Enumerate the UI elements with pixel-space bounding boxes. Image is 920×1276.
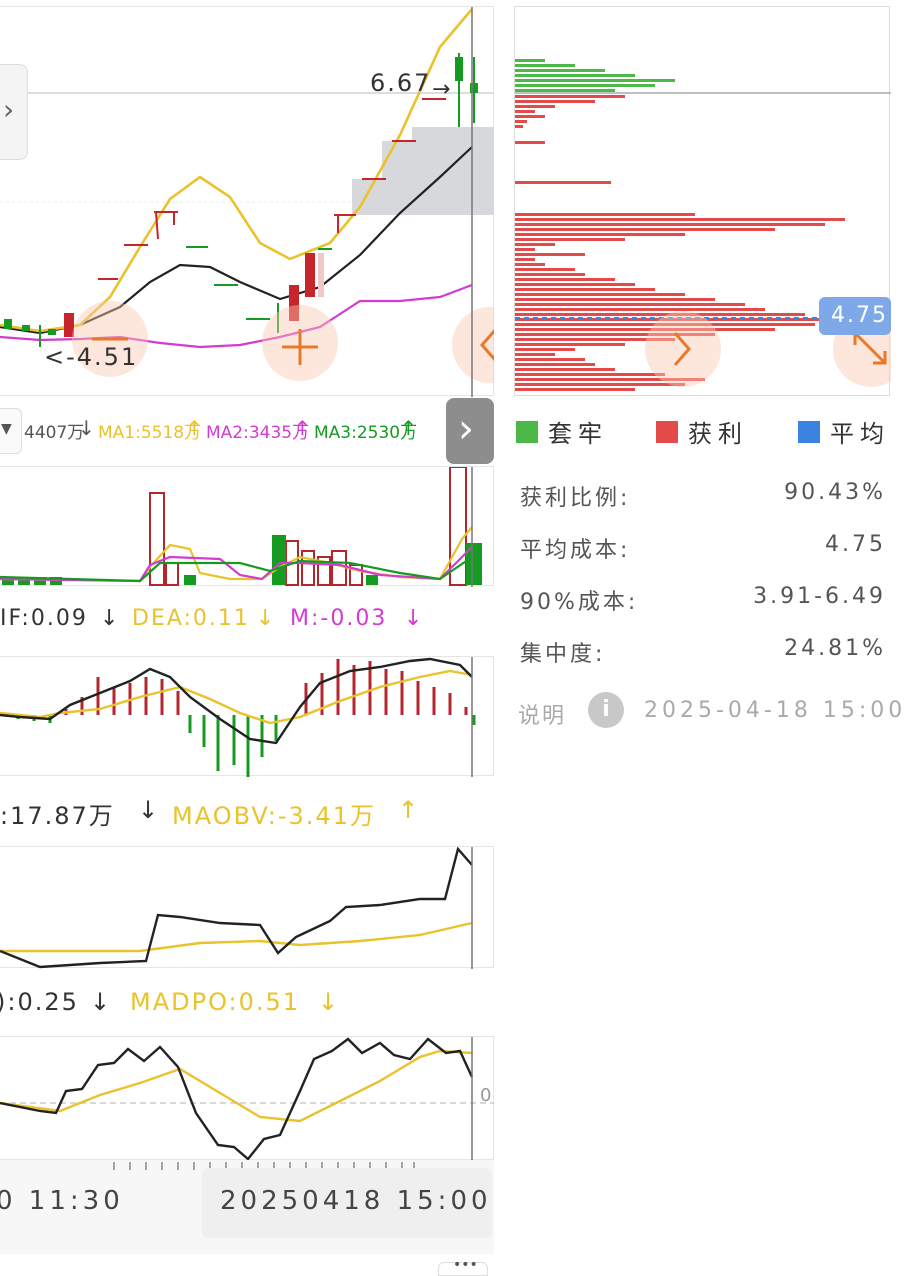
dpo-arrow: ↓	[90, 988, 113, 1016]
indicator-dropdown[interactable]: ▼	[0, 408, 22, 454]
avg-price-tag-label: 4.75	[831, 303, 888, 328]
high-arrow-icon: →	[432, 77, 451, 102]
macd-m-arrow: ↓	[404, 606, 425, 631]
legend-label: 获利	[688, 420, 748, 448]
volume-value: 4407万	[24, 423, 85, 443]
macd-dea-arrow: ↓	[256, 606, 277, 631]
macd-chart[interactable]	[0, 656, 494, 777]
stat-label: 获利比例:	[520, 486, 631, 511]
time-axis: 0 11:30 20250418 15:00	[0, 1160, 494, 1254]
high-price-label: 6.67	[370, 69, 432, 97]
stat-label: 90%成本:	[520, 590, 639, 615]
macd-dif: IF:0.09	[0, 606, 88, 631]
maobv-value: MAOBV:-3.41万	[172, 802, 376, 830]
legend-label: 平均	[830, 420, 890, 448]
chevron-right-icon: ›	[3, 93, 15, 126]
stat-value: 90.43%	[784, 480, 886, 505]
avg-price-tag: 4.75	[819, 297, 891, 335]
obv-value: :17.87万	[0, 802, 115, 830]
chip-timestamp: 2025-04-18 15:00	[644, 698, 907, 723]
obv-arrow: ↓	[138, 796, 161, 824]
stat-90-cost: 90%成本: 3.91-6.49	[520, 584, 886, 616]
dpo-chart[interactable]: 0	[0, 1036, 494, 1161]
chevron-right-icon: ›	[458, 406, 474, 452]
next-panel-button[interactable]: ›	[446, 398, 494, 464]
stat-value: 24.81%	[784, 636, 886, 661]
legend-swatch	[656, 420, 678, 443]
macd-dea: DEA:0.11	[132, 606, 250, 631]
madpo-value: MADPO:0.51	[130, 988, 301, 1016]
more-dots-icon: •••	[453, 1257, 478, 1273]
volume-chart[interactable]	[0, 466, 494, 587]
legend-swatch	[516, 420, 538, 443]
note-label[interactable]: 说明	[518, 698, 566, 730]
dpo-value: ):0.25	[0, 988, 79, 1016]
macd-m: M:-0.03	[290, 606, 388, 631]
dpo-zero-label: 0	[480, 1085, 492, 1106]
stat-avg-cost: 平均成本: 4.75	[520, 532, 886, 564]
info-icon[interactable]: i	[588, 692, 624, 728]
cursor-time-box: 20250418 15:00	[202, 1168, 492, 1238]
volume-ma2-arrow: ↑	[294, 416, 313, 440]
chip-distribution-chart[interactable]: 4.75	[514, 6, 891, 396]
stat-label: 集中度:	[520, 642, 606, 667]
stat-profit-ratio: 获利比例: 90.43%	[520, 480, 886, 512]
madpo-arrow: ↓	[318, 988, 341, 1016]
stat-value: 4.75	[825, 532, 886, 557]
volume-ma1-arrow: ↑	[186, 416, 205, 440]
volume-arrow: ↓	[78, 416, 97, 440]
cursor-time-label: 20250418 15:00	[220, 1186, 492, 1216]
trapped-bars	[515, 59, 675, 92]
stat-value: 3.91-6.49	[753, 584, 886, 609]
legend-trapped: 套牢	[516, 414, 608, 449]
low-price-label: <-4.51	[44, 343, 139, 371]
triangle-down-icon: ▼	[1, 421, 12, 437]
legend-swatch	[798, 420, 820, 443]
legend-profit: 获利	[656, 414, 748, 449]
volume-ma3-arrow: ↑	[400, 416, 419, 440]
maobv-arrow: ↑	[398, 796, 421, 824]
expand-sidebar-button[interactable]: ›	[0, 64, 28, 160]
obv-chart[interactable]	[0, 846, 494, 969]
stat-label: 平均成本:	[520, 538, 631, 563]
macd-dif-arrow: ↓	[100, 606, 121, 631]
main-price-chart[interactable]: 6.67 → <-4.51	[0, 6, 494, 397]
legend-label: 套牢	[548, 420, 608, 448]
stat-concentration: 集中度: 24.81%	[520, 636, 886, 668]
legend-average: 平均	[798, 414, 890, 449]
time-left-label: 0 11:30	[0, 1186, 124, 1216]
